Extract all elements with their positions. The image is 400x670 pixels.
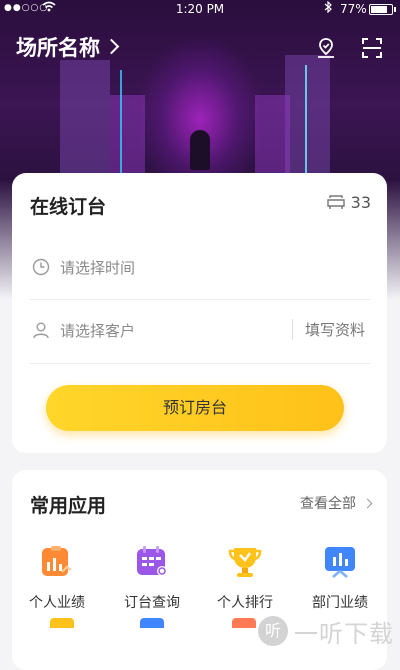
seat-count: 33 — [326, 192, 371, 212]
battery-percent: 77% — [340, 2, 367, 16]
app-label: 部门业绩 — [312, 595, 368, 611]
divider — [30, 363, 370, 364]
location-check-icon[interactable] — [314, 36, 338, 60]
venue-name: 场所名称 — [16, 36, 100, 60]
apps-card-title: 常用应用 — [30, 495, 107, 517]
customer-placeholder: 请选择客户 — [60, 322, 136, 340]
book-room-button[interactable]: 预订房台 — [46, 385, 344, 431]
app-label: 个人业绩 — [29, 595, 85, 611]
chevron-right-icon — [362, 498, 373, 509]
app-personal-performance[interactable]: 个人业绩 — [17, 544, 97, 612]
bluetooth-icon — [324, 0, 332, 16]
app-booking-query[interactable]: 订台查询 — [112, 544, 192, 612]
ranking-trophy-icon — [228, 544, 262, 578]
app-personal-ranking[interactable]: 个人排行 — [205, 544, 285, 612]
seat-count-value: 33 — [350, 193, 371, 212]
fill-info-link[interactable]: 填写资料 — [291, 319, 365, 340]
sofa-icon — [326, 195, 345, 209]
view-all-label: 查看全部 — [300, 496, 356, 512]
clock-icon — [32, 258, 50, 276]
watermark-logo: 听 — [258, 616, 288, 646]
online-booking-card: 在线订台 33 请选择时间 请选择客户 填写资料 预订房台 — [12, 173, 387, 453]
user-icon — [33, 322, 49, 339]
booking-query-icon — [135, 544, 169, 578]
watermark-text: 一听下载 — [294, 619, 394, 648]
app-label: 个人排行 — [217, 595, 273, 611]
status-bar: ●●○○○ 1:20 PM 77% — [0, 0, 400, 18]
time-placeholder: 请选择时间 — [60, 259, 136, 277]
divider — [30, 299, 370, 300]
app-label: 订台查询 — [124, 595, 180, 611]
chevron-right-icon — [103, 38, 120, 55]
venue-selector[interactable]: 场所名称 — [16, 32, 120, 62]
booking-card-title: 在线订台 — [30, 196, 107, 218]
personal-performance-icon — [40, 544, 74, 578]
battery-icon — [369, 4, 396, 15]
app-department-performance[interactable]: 部门业绩 — [300, 544, 380, 612]
department-performance-icon — [323, 544, 357, 578]
time-picker[interactable]: 请选择时间 — [30, 248, 370, 288]
view-all-link[interactable]: 查看全部 — [300, 493, 373, 513]
scan-icon[interactable] — [360, 36, 384, 60]
watermark: 听 一听下载 — [258, 613, 394, 649]
